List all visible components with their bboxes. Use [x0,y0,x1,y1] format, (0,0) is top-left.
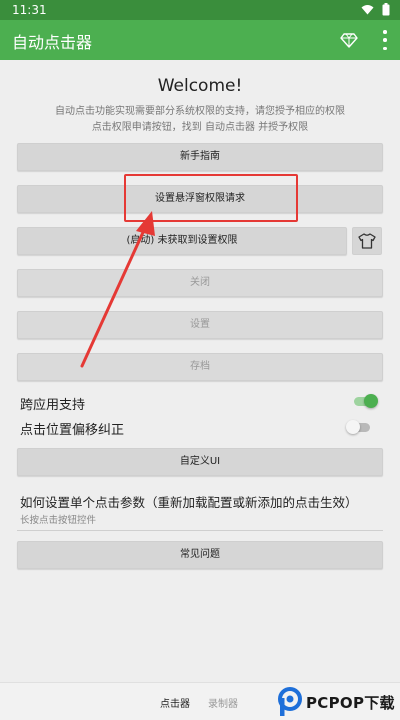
description-line-2: 点击权限申请按钮，找到 自动点击器 并授予权限 [91,122,309,133]
close-button[interactable]: 关闭 [17,269,383,297]
help-subtitle: 长按点击按钮控件 [20,515,97,526]
more-vert-icon[interactable] [382,30,388,50]
pcpop-logo-icon [278,687,302,716]
help-title[interactable]: 如何设置单个点击参数（重新加载配置或新添加的点击生效） [20,492,358,511]
cross-app-label: 跨应用支持 [20,398,86,413]
app-bar: 自动点击器 [0,20,400,60]
app-title: 自动点击器 [12,33,93,52]
status-time: 11:31 [12,3,47,17]
settings-button[interactable]: 设置 [17,311,383,339]
diamond-icon[interactable] [340,31,358,49]
welcome-heading: Welcome! [157,76,243,96]
permission-description: 自动点击功能实现需要部分系统权限的支持，请您授予相应的权限 点击权限申请按钮，找… [20,104,380,136]
offset-correction-switch[interactable] [346,420,372,434]
archive-button[interactable]: 存档 [17,353,383,381]
custom-ui-button[interactable]: 自定义UI [17,448,383,476]
annotation-highlight-box [124,174,298,222]
description-line-1: 自动点击功能实现需要部分系统权限的支持，请您授予相应的权限 [55,106,345,117]
tshirt-icon [358,233,376,249]
guide-button[interactable]: 新手指南 [17,143,383,171]
pcpop-watermark: PCPOP下载 [276,684,400,720]
divider [17,530,383,531]
status-icons [361,3,390,16]
tab-recorder[interactable]: 录制器 [208,695,238,710]
settings-permission-button[interactable]: (启动) 未获取到设置权限 [17,227,347,255]
watermark-text: PCPOP下载 [306,693,395,712]
wifi-icon [361,5,374,15]
battery-icon [382,3,390,16]
tab-clicker[interactable]: 点击器 [160,695,190,710]
theme-button[interactable] [352,227,382,255]
cross-app-switch[interactable] [352,394,378,408]
offset-correction-label: 点击位置偏移纠正 [20,423,125,438]
status-bar: 11:31 [0,0,400,20]
faq-button[interactable]: 常见问题 [17,541,383,569]
